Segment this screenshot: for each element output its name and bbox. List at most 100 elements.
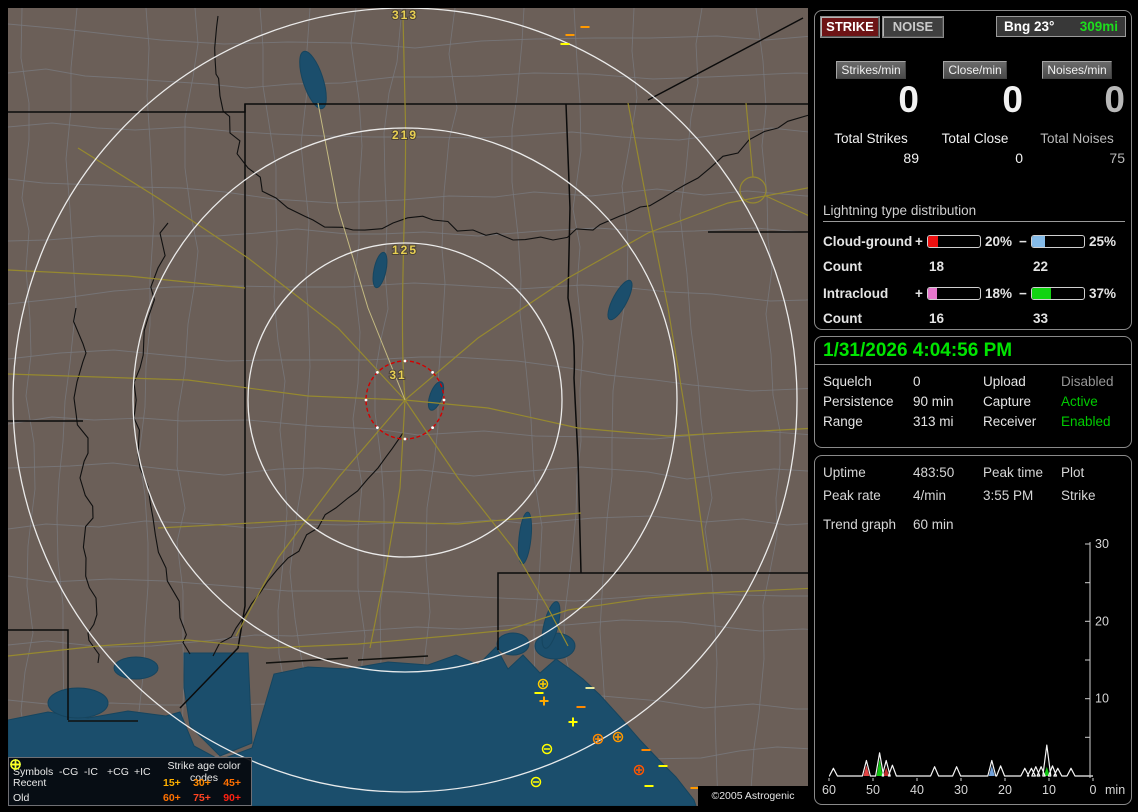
noises-counter-column: Noises/min 0 Total Noises 75: [1029, 61, 1125, 166]
datetime-display: 1/31/2026 4:04:56 PM: [823, 340, 1013, 361]
ring-label-125: 125: [392, 243, 418, 257]
trend-y-label: 20: [1095, 614, 1109, 628]
trend-window-value: 60 min: [913, 517, 954, 532]
upload-label: Upload: [983, 374, 1026, 389]
positive-sign: +: [915, 234, 923, 249]
squelch-value: 0: [913, 374, 921, 389]
noises-per-min-button[interactable]: Noises/min: [1042, 61, 1112, 79]
squelch-label: Squelch: [823, 374, 872, 389]
strike-mode-button[interactable]: STRIKE: [820, 16, 880, 38]
receiver-label: Receiver: [983, 414, 1037, 429]
total-close-label: Total Close: [941, 131, 1009, 146]
bearing-display: Bng 23° 309mi: [996, 16, 1126, 37]
ic-positive-bar: [927, 287, 981, 300]
bearing-distance: 309mi: [1079, 19, 1118, 34]
ic-positive-bar-fill: [928, 288, 938, 299]
cg-positive-pct: 20%: [985, 234, 1013, 249]
lightning-map[interactable]: 313 219 125 31 Symbols -CG -IC +CG +IC Stri…: [8, 8, 808, 806]
count-label: Count: [823, 311, 862, 326]
ring-label-219: 219: [392, 128, 418, 142]
ic-negative-pct: 37%: [1089, 286, 1117, 301]
legend-old-ages: 60+ 75+ 90+: [161, 792, 247, 804]
age-90: 90+: [223, 791, 241, 804]
noises-per-min-value: 0: [1104, 79, 1125, 120]
intracloud-count-row: Count 16 33: [823, 311, 1125, 326]
persistence-label: Persistence: [823, 394, 894, 409]
cloud-ground-row: Cloud-ground + 20% − 25%: [823, 234, 1125, 250]
close-counter-column: Close/min 0 Total Close 0: [927, 61, 1023, 166]
legend-old-row: Old 60+ 75+ 90+: [10, 759, 247, 805]
stats-row: Uptime 483:50 Peak time Plot: [815, 465, 1133, 485]
map-legend: Symbols -CG -IC +CG +IC Strike age color…: [8, 757, 252, 806]
status-panel: 1/31/2026 4:04:56 PM Squelch 0 Upload Di…: [814, 336, 1132, 448]
peak-time-value: 3:55 PM: [983, 488, 1034, 503]
app-window: 313 219 125 31 Symbols -CG -IC +CG +IC Stri…: [0, 0, 1138, 812]
legend-recent-ages: 15+ 30+ 45+: [161, 777, 247, 789]
total-strikes-value: 89: [903, 150, 919, 166]
cloud-ground-label: Cloud-ground: [823, 234, 913, 249]
status-row: Squelch 0 Upload Disabled: [815, 374, 1133, 394]
upload-status: Disabled: [1061, 374, 1114, 389]
stats-row: Peak rate 4/min 3:55 PM Strike: [815, 488, 1133, 508]
trend-x-unit: min: [1105, 783, 1125, 797]
range-value: 313 mi: [913, 414, 954, 429]
copyright-notice: ©2005 Astrogenic Systems: [698, 786, 808, 806]
trend-x-label: 20: [998, 783, 1012, 797]
legend-old-label: Old: [13, 791, 30, 804]
trend-panel: 10 20 30 60 50 40 30 20 10 0 min Uptime 483:50 Pea…: [814, 455, 1132, 805]
age-45: 45+: [223, 776, 241, 789]
total-strikes-label: Total Strikes: [834, 131, 908, 146]
gulf-of-mexico-water: [8, 50, 697, 806]
capture-status: Active: [1061, 394, 1098, 409]
intracloud-row: Intracloud + 18% − 37%: [823, 286, 1125, 302]
peak-rate-value: 4/min: [913, 488, 947, 503]
legend-cg-neg-header: -CG: [59, 766, 79, 778]
cg-negative-pct: 25%: [1089, 234, 1117, 249]
divider: [815, 364, 1131, 365]
uptime-value: 483:50: [913, 465, 955, 480]
total-noises-label: Total Noises: [1040, 131, 1114, 146]
rivers: [73, 15, 808, 664]
close-per-min-button[interactable]: Close/min: [943, 61, 1007, 79]
ring-label-31: 31: [389, 368, 406, 382]
lake: [299, 50, 327, 110]
age-60: 60+: [163, 791, 181, 804]
cg-negative-bar-fill: [1032, 236, 1045, 247]
intracloud-label: Intracloud: [823, 286, 889, 301]
bearing-value: Bng 23°: [1004, 19, 1055, 34]
status-row: Persistence 90 min Capture Active: [815, 394, 1133, 414]
legend-recent-label: Recent: [13, 776, 47, 789]
negative-sign: −: [1019, 286, 1027, 301]
strikes-per-min-value: 0: [898, 79, 919, 120]
distribution-title: Lightning type distribution: [823, 203, 1125, 222]
trend-y-label: 30: [1095, 537, 1109, 551]
cg-positive-bar: [927, 235, 981, 248]
ic-negative-bar-fill: [1032, 288, 1052, 299]
count-label: Count: [823, 259, 862, 274]
strikes-per-min-button[interactable]: Strikes/min: [836, 61, 906, 79]
positive-sign: +: [915, 286, 923, 301]
stats-row: Trend graph 60 min: [815, 517, 1133, 537]
noise-mode-button[interactable]: NOISE: [882, 16, 944, 38]
ic-positive-count: 16: [929, 311, 945, 326]
legend-ic-pos-header: +IC: [134, 766, 151, 778]
age-30: 30+: [193, 776, 211, 789]
legend-cg-pos-header: +CG: [107, 766, 129, 778]
mode-button-row: STRIKE NOISE Bng 23° 309mi: [820, 16, 1126, 39]
lightning-type-distribution: Lightning type distribution Cloud-ground…: [823, 203, 1125, 326]
cg-negative-bar: [1031, 235, 1085, 248]
map-canvas[interactable]: 313 219 125 31: [8, 8, 808, 806]
trend-x-label: 40: [910, 783, 924, 797]
ring-label-313: 313: [392, 8, 418, 22]
cg-positive-bar-fill: [928, 236, 939, 247]
trend-x-label: 50: [866, 783, 880, 797]
ic-positive-pct: 18%: [985, 286, 1013, 301]
city-ring-road: [739, 176, 767, 204]
strikes-counter-column: Strikes/min 0 Total Strikes 89: [823, 61, 919, 166]
persistence-value: 90 min: [913, 394, 954, 409]
negative-sign: −: [1019, 234, 1027, 249]
receiver-status: Enabled: [1061, 414, 1111, 429]
cg-positive-count: 18: [929, 259, 945, 274]
trend-line: [828, 744, 1093, 777]
trend-x-label: 10: [1042, 783, 1056, 797]
